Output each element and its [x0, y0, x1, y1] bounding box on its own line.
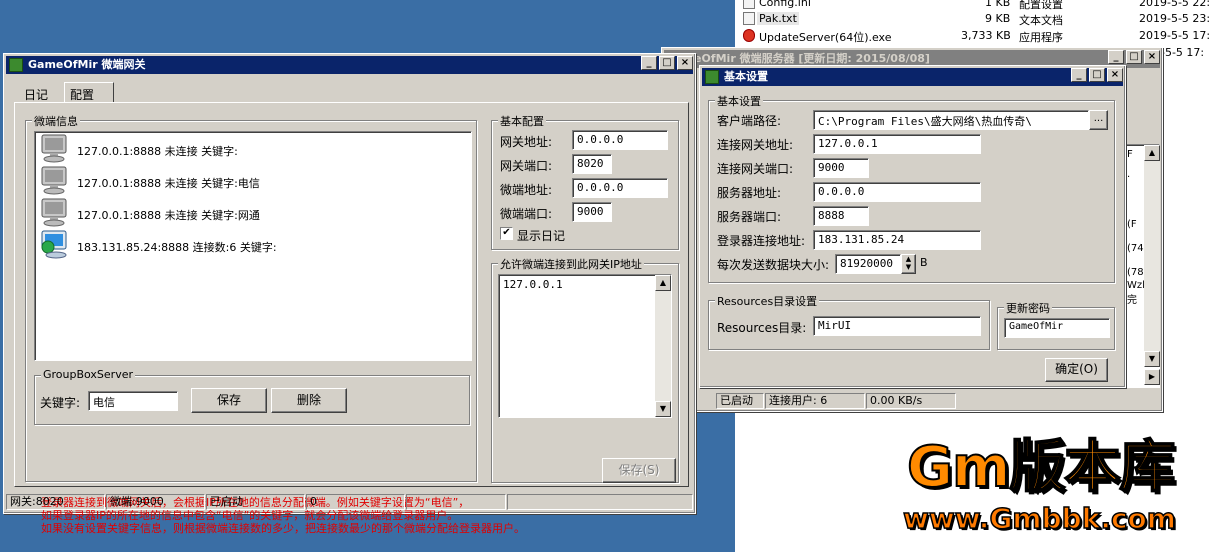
- note-line: 如果没有设置关键字信息，则根据微端连接数的多少，把连接数最少的那个微端分配给登录…: [41, 522, 525, 535]
- status-count: 0: [306, 494, 405, 510]
- watermark-logo: Gm版本库 www.Gmbbk.com: [902, 435, 1203, 542]
- scroll-up-icon[interactable]: ▲: [1144, 145, 1160, 161]
- group-label: 基本设置: [715, 93, 763, 109]
- server-status-speed: 0.00 KB/s: [866, 393, 956, 409]
- offline-computer-icon: [41, 166, 67, 195]
- minimize-icon[interactable]: _: [641, 56, 657, 70]
- allowed-ip-textarea[interactable]: 127.0.0.1 ▲ ▼: [498, 274, 672, 418]
- file-row[interactable]: UpdateServer(64位).exe 3,733 KB 应用程序 2019…: [735, 28, 1209, 45]
- list-item[interactable]: 127.0.0.1:8888 未连接 关键字:: [39, 134, 459, 166]
- app-icon: [705, 70, 719, 84]
- allowed-ip-scrollbar[interactable]: ▲ ▼: [655, 275, 671, 417]
- server-status-state: 已启动: [716, 393, 764, 409]
- maximize-icon[interactable]: □: [1089, 68, 1105, 82]
- watermark-title: Gm版本库: [906, 435, 1176, 501]
- basic-settings-group: 基本设置 客户端路径: C:\Program Files\盛大网络\热血传奇\ …: [708, 93, 1115, 283]
- scroll-down-icon[interactable]: ▼: [655, 401, 671, 417]
- server-status-users: 连接用户: 6: [765, 393, 865, 409]
- watermark-url: www.Gmbbk.com: [902, 501, 1176, 536]
- micro-addr-input[interactable]: 0.0.0.0: [572, 178, 668, 198]
- tab-log[interactable]: 日记: [18, 85, 62, 103]
- status-micro-port: 微端:9000: [106, 494, 205, 510]
- settings-window-controls: _ □ ×: [1071, 68, 1123, 82]
- block-size-spinner[interactable]: ▲ ▼: [901, 254, 916, 274]
- status-gateway-port: 网关:8020: [6, 494, 105, 510]
- resources-dir-input[interactable]: MirUI: [813, 316, 981, 336]
- tab-config[interactable]: 配置: [64, 82, 114, 103]
- server-list[interactable]: 127.0.0.1:8888 未连接 关键字: 127.0.0.1:8888 未…: [34, 131, 472, 361]
- list-item[interactable]: 127.0.0.1:8888 未连接 关键字:网通: [39, 198, 459, 230]
- exe-file-icon: [743, 29, 755, 42]
- micro-info-group: 微端信息 127.0.0.1:8888 未连接 关键字: 127.0.0.1:8…: [25, 113, 477, 482]
- ok-button[interactable]: 确定(O): [1045, 358, 1108, 382]
- close-icon[interactable]: ×: [677, 56, 693, 70]
- client-path-input[interactable]: C:\Program Files\盛大网络\热血传奇\: [813, 110, 1089, 130]
- list-item[interactable]: 183.131.85.24:8888 连接数:6 关键字:: [39, 230, 459, 262]
- micro-port-input[interactable]: 9000: [572, 202, 612, 222]
- gateway-titlebar[interactable]: GameOfMir 微端网关: [6, 56, 693, 74]
- server-window-controls: _ □ ×: [1108, 50, 1160, 64]
- offline-computer-icon: [41, 134, 67, 163]
- minimize-icon[interactable]: _: [1108, 50, 1124, 64]
- save-button[interactable]: 保存: [191, 388, 267, 413]
- config-file-icon: [743, 0, 755, 9]
- update-password-group: 更新密码 GameOfMir: [997, 300, 1115, 350]
- list-item[interactable]: 127.0.0.1:8888 未连接 关键字:电信: [39, 166, 459, 198]
- scroll-right-icon[interactable]: ▶: [1144, 369, 1160, 385]
- online-computer-icon: [41, 230, 67, 259]
- connect-gateway-addr-input[interactable]: 127.0.0.1: [813, 134, 981, 154]
- close-icon[interactable]: ×: [1144, 50, 1160, 64]
- gateway-window-controls: _ □ ×: [641, 56, 693, 70]
- settings-titlebar[interactable]: 基本设置: [702, 68, 1123, 86]
- scroll-up-icon[interactable]: ▲: [655, 275, 671, 291]
- status-empty: [406, 494, 506, 510]
- server-log-scrollbar[interactable]: ▲ ▼: [1144, 145, 1160, 367]
- gateway-port-input[interactable]: 8020: [572, 154, 612, 174]
- offline-computer-icon: [41, 198, 67, 227]
- update-password-input[interactable]: GameOfMir: [1004, 318, 1110, 338]
- resources-group: Resources目录设置 Resources目录: MirUI: [708, 293, 990, 350]
- keyword-input[interactable]: 电信: [88, 391, 178, 411]
- maximize-icon[interactable]: □: [1126, 50, 1142, 64]
- server-log-list[interactable]: F . (F (74 (78 Wzl 完 ▲ ▼ ▶: [1124, 144, 1160, 388]
- app-icon: [9, 58, 23, 72]
- scroll-down-icon[interactable]: ▼: [1144, 351, 1160, 367]
- file-row[interactable]: Pak.txt 9 KB 文本文档 2019-5-5 23:: [735, 11, 1209, 28]
- gateway-addr-input[interactable]: 0.0.0.0: [572, 130, 668, 150]
- browse-button[interactable]: ...: [1089, 110, 1108, 130]
- show-log-checkbox[interactable]: ✔: [500, 227, 513, 240]
- text-file-icon: [743, 12, 755, 25]
- micro-gateway-window: GameOfMir 微端网关 _ □ × 日记 配置 微端信息 127.0.0.…: [3, 53, 696, 535]
- block-size-input[interactable]: 81920000: [835, 254, 901, 274]
- minimize-icon[interactable]: _: [1071, 68, 1087, 82]
- maximize-icon[interactable]: □: [659, 56, 675, 70]
- server-port-input[interactable]: 8888: [813, 206, 869, 226]
- status-state: 已启动: [206, 494, 305, 510]
- groupbox-server: GroupBoxServer 关键字: 电信 保存 删除: [34, 368, 470, 425]
- allowed-ip-group: 允许微端连接到此网关IP地址 127.0.0.1 ▲ ▼: [491, 256, 679, 483]
- close-icon[interactable]: ×: [1107, 68, 1123, 82]
- connect-gateway-port-input[interactable]: 9000: [813, 158, 869, 178]
- server-addr-input[interactable]: 0.0.0.0: [813, 182, 981, 202]
- basic-settings-dialog: 基本设置 _ □ × 基本设置 客户端路径: C:\Program Files\…: [699, 65, 1126, 388]
- status-empty: [507, 494, 693, 510]
- save-s-button[interactable]: 保存(S): [602, 458, 676, 483]
- delete-button[interactable]: 删除: [271, 388, 347, 413]
- basic-config-group: 基本配置 网关地址: 0.0.0.0 网关端口: 8020 微端地址: 0.0.…: [491, 113, 679, 250]
- config-tab-panel: 微端信息 127.0.0.1:8888 未连接 关键字: 127.0.0.1:8…: [14, 102, 689, 535]
- login-addr-input[interactable]: 183.131.85.24: [813, 230, 981, 250]
